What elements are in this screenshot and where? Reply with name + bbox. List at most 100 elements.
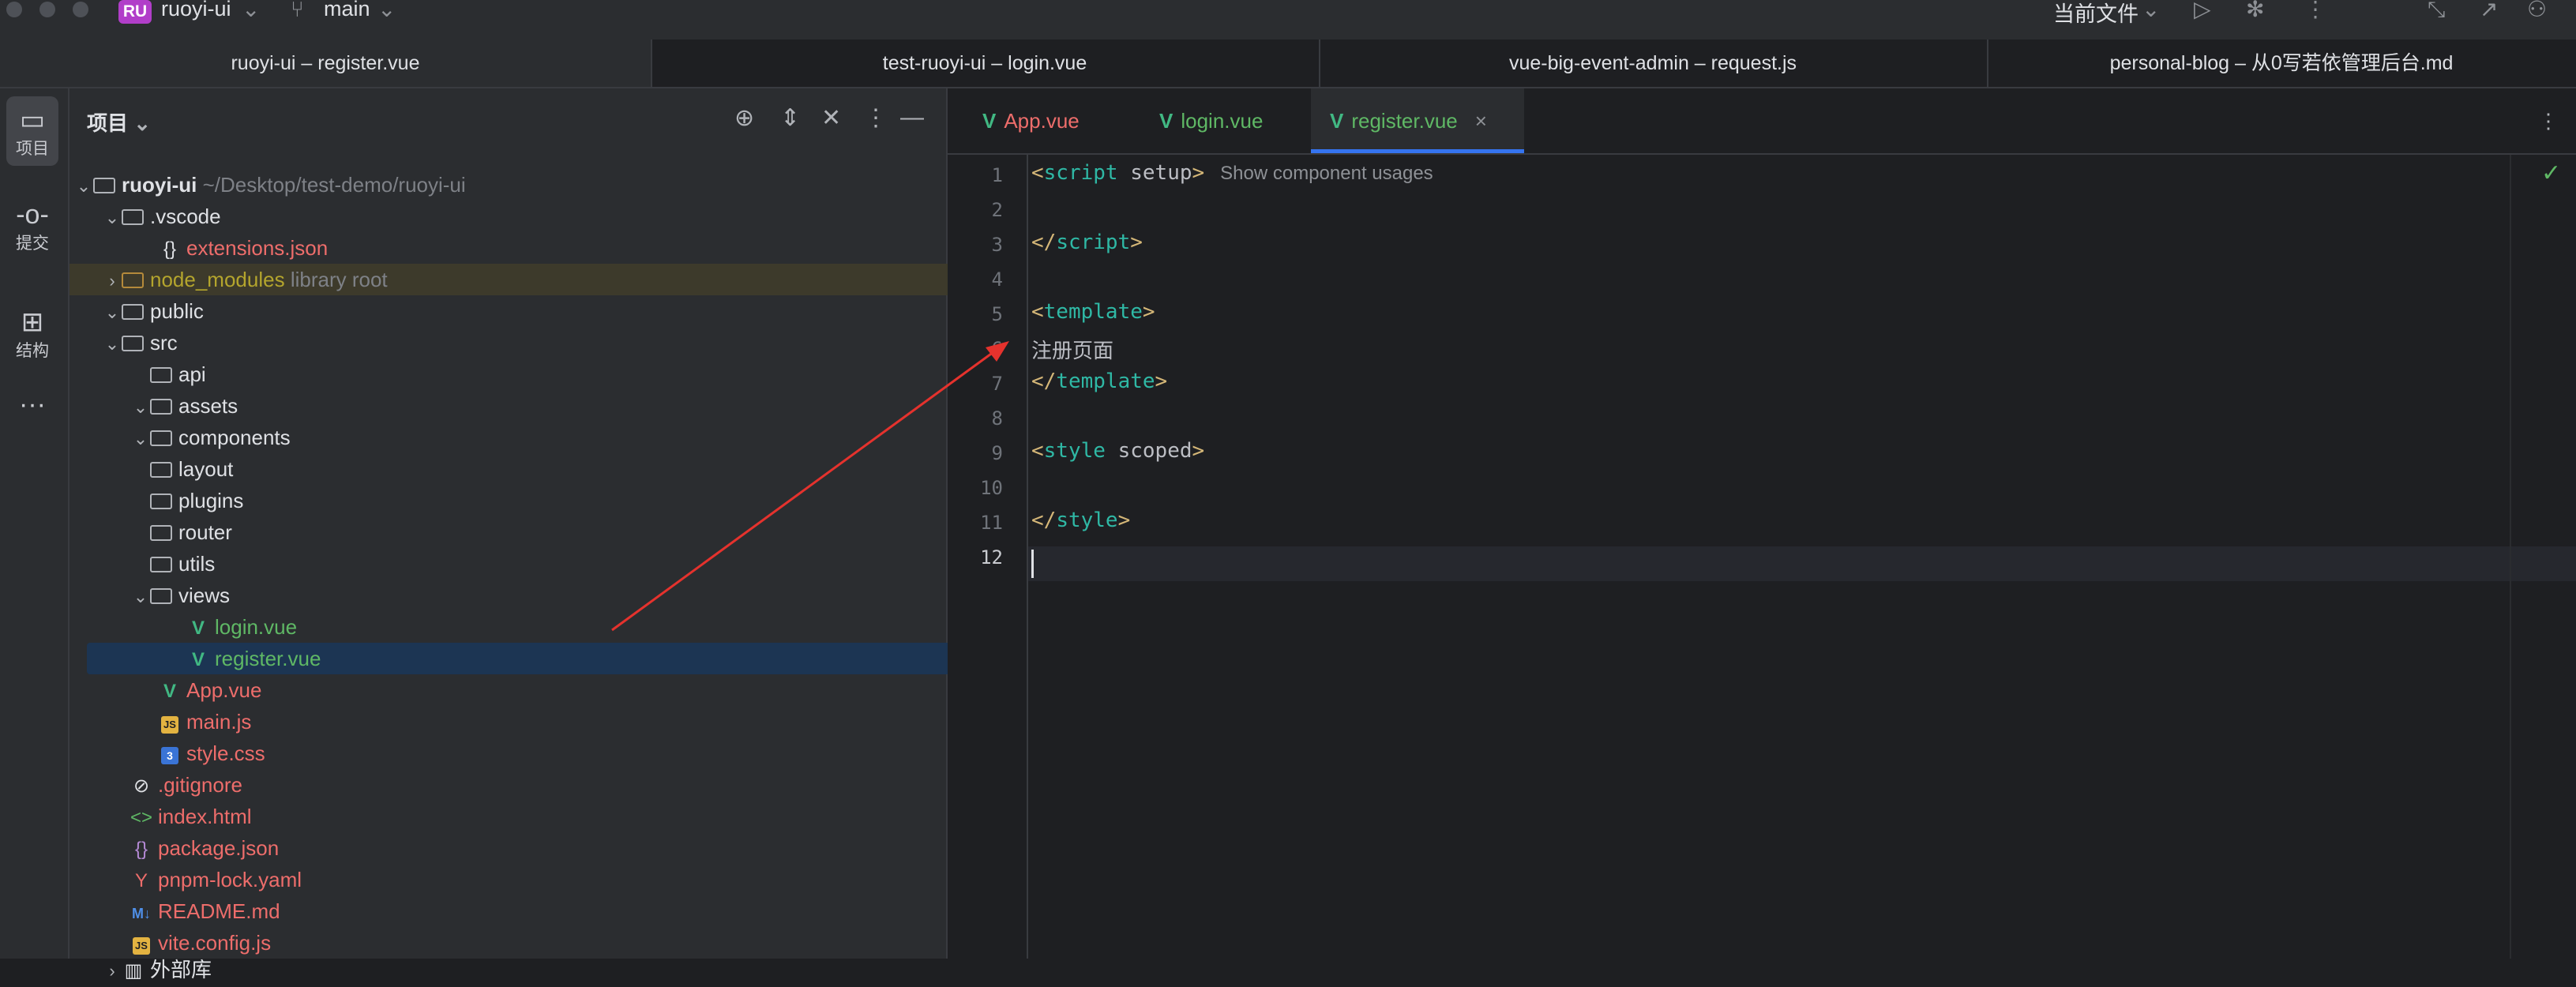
- tree-item-hint: library root: [290, 268, 388, 291]
- close-tab-icon[interactable]: ×: [1475, 109, 1487, 133]
- markdown-file-icon: M↓: [132, 906, 151, 921]
- window-tab[interactable]: ruoyi-ui – register.vue: [0, 39, 652, 87]
- tab-options-icon[interactable]: ⋮: [2519, 88, 2576, 153]
- folder-icon: [150, 494, 172, 509]
- zoom-window-icon[interactable]: [73, 2, 88, 17]
- tree-item-label: assets: [178, 394, 238, 418]
- tree-row[interactable]: utils: [69, 548, 1027, 580]
- code-line[interactable]: </template>: [1031, 370, 1167, 393]
- structure-icon: ⊞: [21, 307, 44, 337]
- run-config-selector[interactable]: 当前文件: [2053, 0, 2139, 28]
- tree-row[interactable]: ⊘ .gitignore: [69, 769, 1006, 801]
- code-line[interactable]: <style scoped>: [1031, 439, 1204, 463]
- css-file-icon: 3: [158, 739, 182, 771]
- run-icon[interactable]: ▷: [2194, 0, 2211, 21]
- add-user-icon[interactable]: ⚇: [2527, 0, 2547, 21]
- text-caret: [1031, 550, 1034, 578]
- editor-tab-active[interactable]: Vregister.vue ×: [1311, 88, 1524, 153]
- tree-item-label: plugins: [178, 489, 244, 512]
- code-token: <: [1031, 439, 1044, 463]
- editor-tab-label: login.vue: [1181, 109, 1264, 133]
- code-token: setup: [1117, 161, 1192, 185]
- line-number: 11: [980, 512, 1003, 534]
- tree-row[interactable]: › ▥ 外部库: [69, 954, 979, 985]
- tree-row[interactable]: <> index.html: [69, 801, 1006, 832]
- tree-row[interactable]: router: [69, 516, 1027, 548]
- panel-title[interactable]: 项目 ⌄: [87, 107, 151, 137]
- tree-row[interactable]: Ypnpm-lock.yaml: [69, 864, 1006, 895]
- options-icon[interactable]: ⋮: [864, 104, 888, 132]
- git-branch-icon[interactable]: ⑂: [291, 0, 304, 21]
- tree-row[interactable]: JS main.js: [69, 706, 1035, 737]
- tree-row-selected[interactable]: Vregister.vue: [87, 643, 1028, 674]
- library-icon: ▥: [124, 960, 143, 981]
- json-file-icon: {}: [134, 839, 148, 860]
- chevron-down-icon: ⌄: [104, 302, 120, 322]
- code-line[interactable]: </style>: [1031, 509, 1130, 532]
- arrow-up-right-icon[interactable]: ↗: [2480, 0, 2498, 21]
- tree-row[interactable]: › node_modules library root: [69, 264, 979, 295]
- line-number: 1: [991, 164, 1003, 186]
- line-number: 3: [991, 234, 1003, 256]
- tool-more[interactable]: ···: [6, 388, 58, 428]
- chevron-down-icon: ⌄: [133, 111, 152, 135]
- window-tab[interactable]: personal-blog – 从0写若依管理后台.md: [1987, 39, 2576, 87]
- tree-row[interactable]: ⌄ src: [69, 327, 979, 358]
- debug-icon[interactable]: ✻: [2246, 0, 2264, 21]
- tree-row[interactable]: ⌄ .vscode: [69, 201, 979, 232]
- minimize-window-icon[interactable]: [39, 2, 55, 17]
- locate-icon[interactable]: ⊕: [734, 104, 754, 132]
- tree-row[interactable]: plugins: [69, 485, 1027, 516]
- tool-commit[interactable]: -o- 提交: [6, 191, 58, 261]
- project-badge[interactable]: RU: [118, 0, 152, 24]
- chevron-down-icon[interactable]: ⌄: [242, 0, 260, 21]
- editor-tab-label: register.vue: [1351, 109, 1458, 133]
- collapse-all-icon[interactable]: ✕: [821, 104, 841, 132]
- tree-row[interactable]: api: [69, 358, 1027, 390]
- more-actions-icon[interactable]: ⋮: [2304, 0, 2326, 21]
- tool-project[interactable]: ▭ 项目: [6, 96, 58, 166]
- chevron-down-icon[interactable]: ⌄: [377, 0, 396, 21]
- current-line-highlight: [1028, 546, 2576, 581]
- tree-row[interactable]: layout: [69, 453, 1027, 485]
- tree-row[interactable]: Vlogin.vue: [69, 611, 1063, 643]
- window-tab[interactable]: vue-big-event-admin – request.js: [1319, 39, 1988, 87]
- inlay-hint-link[interactable]: Show component usages: [1220, 163, 1433, 184]
- tree-row[interactable]: 3 style.css: [69, 737, 1035, 769]
- tree-item-label: style.css: [186, 741, 265, 765]
- chevron-down-icon: ⌄: [133, 587, 148, 606]
- panel-title-label: 项目: [87, 111, 129, 135]
- branch-name[interactable]: main: [324, 0, 370, 21]
- editor-tab[interactable]: Vlogin.vue: [1140, 88, 1282, 153]
- code-line[interactable]: <script setup> Show component usages: [1031, 161, 1433, 185]
- collapse-icon[interactable]: ⤡: [2428, 0, 2445, 21]
- hide-panel-icon[interactable]: —: [900, 104, 924, 131]
- code-line[interactable]: <template>: [1031, 300, 1155, 324]
- code-token: >: [1155, 370, 1168, 393]
- tree-item-label: pnpm-lock.yaml: [158, 868, 302, 891]
- window-tab[interactable]: test-ruoyi-ui – login.vue: [651, 39, 1320, 87]
- tree-item-label: router: [178, 520, 232, 544]
- tree-row[interactable]: {} package.json: [69, 832, 1006, 864]
- code-token: >: [1142, 300, 1155, 324]
- code-line[interactable]: 注册页面: [1031, 335, 1113, 364]
- tree-row[interactable]: V App.vue: [69, 674, 1035, 706]
- tree-row[interactable]: ⌄ views: [69, 580, 1008, 611]
- project-name[interactable]: ruoyi-ui: [161, 0, 231, 21]
- chevron-down-icon[interactable]: ⌄: [2142, 0, 2160, 21]
- expand-all-icon[interactable]: ⇕: [780, 104, 800, 132]
- chevron-down-icon: ⌄: [104, 208, 120, 227]
- check-icon[interactable]: ✓: [2541, 159, 2561, 187]
- tree-row[interactable]: {} extensions.json: [69, 232, 1035, 264]
- tree-item-label: api: [178, 362, 206, 386]
- code-line[interactable]: </script>: [1031, 231, 1143, 254]
- tree-row[interactable]: ⌄ assets: [69, 390, 1008, 422]
- tree-row[interactable]: ⌄ public: [69, 295, 979, 327]
- tree-row[interactable]: M↓ README.md: [69, 895, 1006, 927]
- editor-right-gutter: [2510, 155, 2511, 959]
- editor-tab[interactable]: V App.vue: [963, 88, 1098, 153]
- close-window-icon[interactable]: [6, 2, 22, 17]
- tree-row-root[interactable]: ⌄ ruoyi-ui ~/Desktop/test-demo/ruoyi-ui: [69, 169, 951, 201]
- tool-structure[interactable]: ⊞ 结构: [6, 298, 58, 368]
- tree-row[interactable]: ⌄ components: [69, 422, 1008, 453]
